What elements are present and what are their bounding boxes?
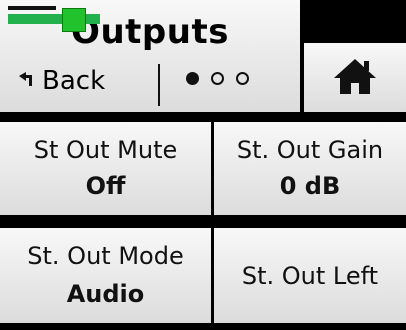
button-label: St. Out Mode [27,242,184,270]
meter-bar-green [8,14,100,24]
button-value: Off [85,172,126,200]
page-dot-active [186,72,199,85]
return-arrow-icon [16,69,38,94]
page-dot [236,72,249,85]
home-button[interactable] [304,43,406,112]
button-label: St. Out Gain [236,136,384,164]
page-dot [211,72,224,85]
st-out-gain-button[interactable]: St. Out Gain 0 dB [214,122,406,215]
home-icon [333,56,377,100]
st-out-left-button[interactable]: St. Out Left [214,228,406,323]
back-label: Back [42,66,106,96]
meter-knob [62,8,86,32]
button-label: St. Out Left [241,261,379,290]
header-divider [158,64,160,106]
button-value: 0 dB [279,172,341,200]
page-indicator [186,72,249,85]
back-button[interactable]: Back [16,66,105,96]
meter-bar-dark [8,6,56,10]
st-out-mode-button[interactable]: St. Out Mode Audio [0,228,211,323]
st-out-mute-button[interactable]: St Out Mute Off [0,122,211,215]
button-value: Audio [66,280,145,308]
button-label: St Out Mute [33,136,178,164]
